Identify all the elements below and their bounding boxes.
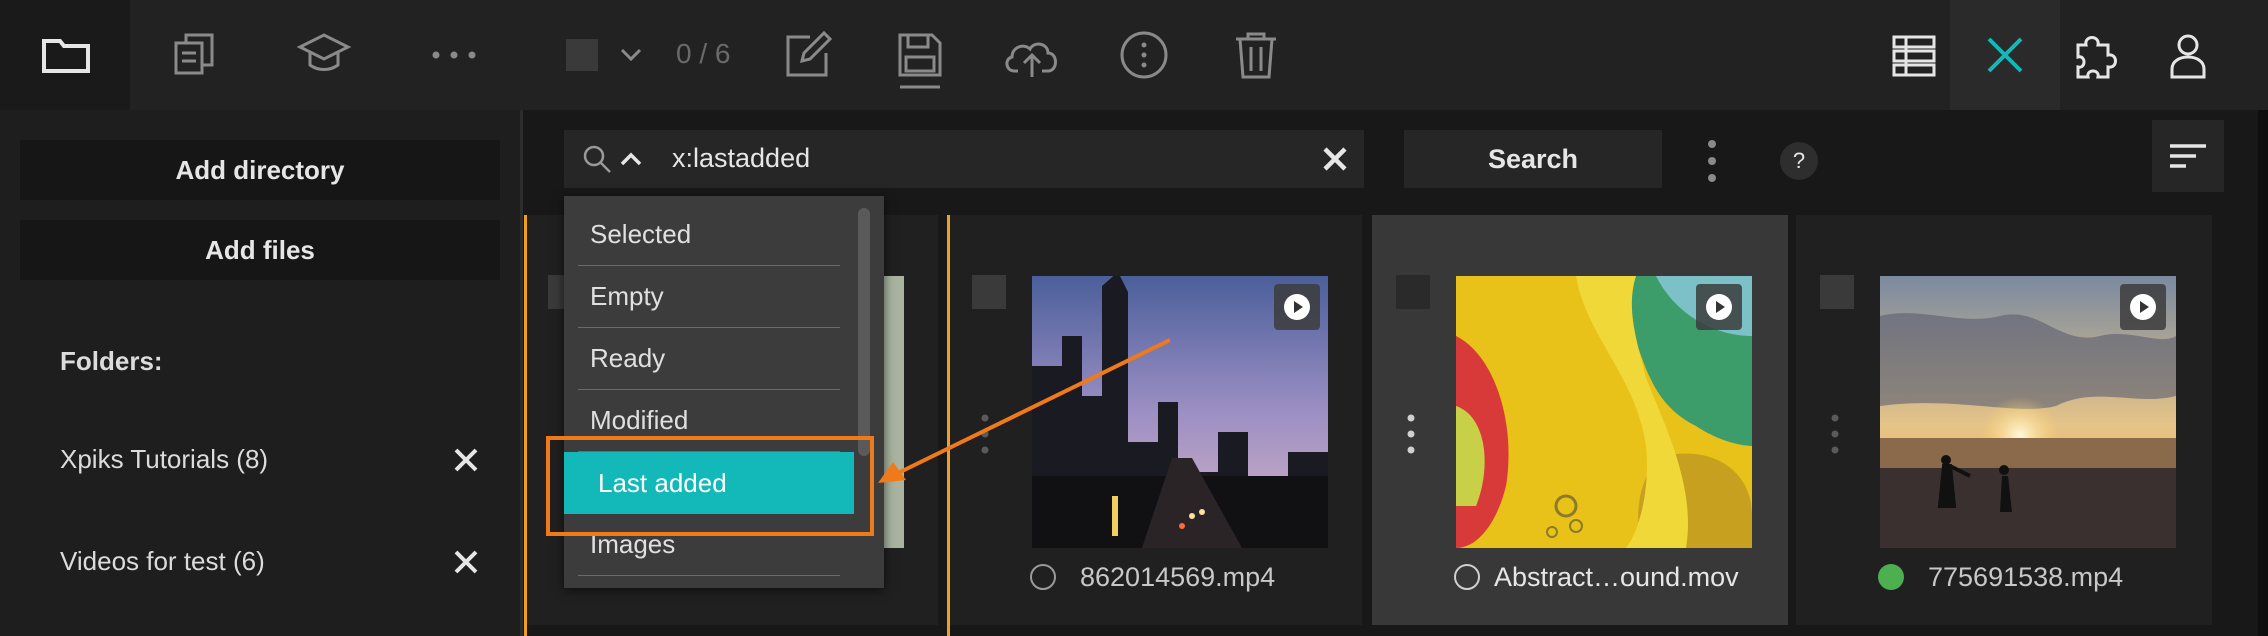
graduation-cap-icon[interactable]	[296, 27, 352, 83]
search-icon	[580, 142, 614, 176]
close-icon[interactable]	[1977, 27, 2033, 83]
file-checkbox[interactable]	[1820, 275, 1854, 309]
play-icon	[1696, 284, 1742, 330]
status-indicator	[1454, 564, 1480, 590]
select-all-checkbox[interactable]	[566, 39, 598, 71]
info-icon[interactable]	[1116, 27, 1172, 83]
cloud-upload-icon[interactable]	[1002, 27, 1058, 83]
play-icon	[2120, 284, 2166, 330]
status-indicator	[1030, 564, 1056, 590]
folder-item-label[interactable]: Xpiks Tutorials (8)	[60, 444, 268, 475]
card-menu-icon[interactable]	[1406, 412, 1416, 456]
sidebar-divider[interactable]	[520, 110, 523, 636]
list-view-icon[interactable]	[1886, 27, 1942, 83]
copy-icon[interactable]	[168, 27, 224, 83]
help-button[interactable]: ?	[1780, 142, 1818, 180]
file-name: Abstract…ound.mov	[1494, 562, 1739, 592]
main-scrollbar[interactable]	[2258, 110, 2268, 636]
dropdown-item-selected[interactable]: Selected	[578, 204, 840, 266]
file-name: 862014569.mp4	[1080, 562, 1276, 592]
plugin-icon[interactable]	[2068, 27, 2124, 83]
card-menu-icon[interactable]	[1830, 412, 1840, 456]
dropdown-scrollbar[interactable]	[858, 208, 870, 456]
save-icon[interactable]	[892, 27, 948, 89]
selection-counter: 0 / 6	[676, 38, 731, 69]
chevron-down-icon[interactable]	[618, 44, 644, 66]
user-icon[interactable]	[2160, 27, 2216, 83]
add-directory-button[interactable]: Add directory	[20, 140, 500, 200]
folder-icon[interactable]	[38, 27, 94, 83]
folders-heading: Folders:	[60, 346, 163, 376]
clear-search-icon[interactable]	[1320, 144, 1350, 174]
file-checkbox[interactable]	[972, 275, 1006, 309]
file-checkbox[interactable]	[1396, 275, 1430, 309]
search-button[interactable]: Search	[1404, 130, 1662, 188]
dropdown-item-empty[interactable]: Empty	[578, 266, 840, 328]
add-files-button[interactable]: Add files	[20, 220, 500, 280]
status-indicator	[1878, 564, 1904, 590]
annotation-arrow	[878, 338, 1171, 483]
trash-icon[interactable]	[1228, 27, 1284, 83]
remove-folder-icon[interactable]	[448, 442, 484, 478]
chevron-up-icon[interactable]	[618, 148, 644, 170]
annotation-box	[546, 436, 874, 536]
remove-folder-icon[interactable]	[448, 544, 484, 580]
edit-icon[interactable]	[780, 27, 836, 83]
play-icon	[1274, 284, 1320, 330]
folder-item-label[interactable]: Videos for test (6)	[60, 546, 265, 577]
drop-indicator-line	[524, 215, 527, 636]
more-icon[interactable]	[426, 27, 482, 83]
file-name: 775691538.mp4	[1928, 562, 2124, 592]
sort-icon	[2170, 144, 2206, 168]
search-input[interactable]: x:lastadded	[672, 143, 810, 174]
sort-button[interactable]	[2152, 120, 2224, 192]
dropdown-item-ready[interactable]: Ready	[578, 328, 840, 390]
kebab-menu-icon[interactable]	[1704, 136, 1720, 186]
